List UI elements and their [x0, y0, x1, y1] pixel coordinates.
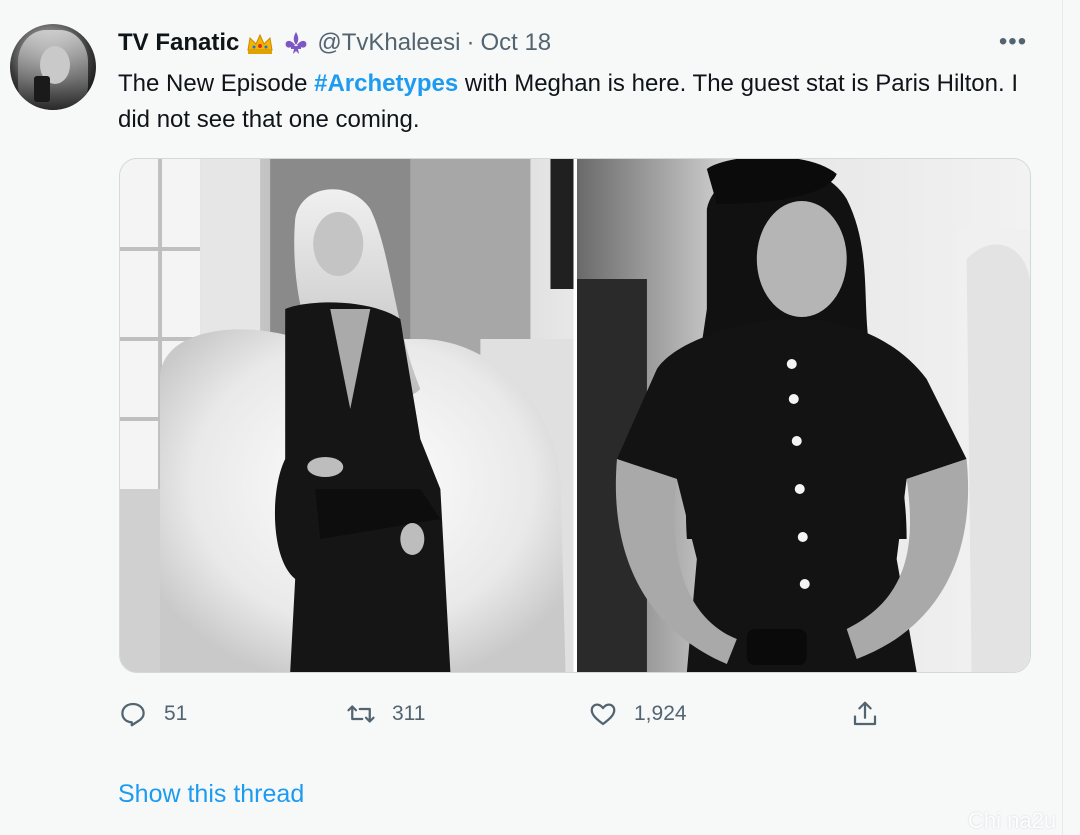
hashtag-link[interactable]: #Archetypes	[314, 70, 458, 97]
photo-meghan[interactable]	[576, 159, 1030, 672]
tweet-card[interactable]: TV Fanatic @TvKhaleesi · Oct 18 ••• The …	[0, 0, 1063, 835]
avatar-cup	[34, 76, 50, 102]
tweet-text: The New Episode #Archetypes with Meghan …	[118, 66, 1048, 138]
action-bar: 51 311 1,924	[118, 694, 898, 734]
heart-icon	[590, 703, 616, 726]
avatar[interactable]	[10, 24, 96, 110]
tweet-timestamp[interactable]: Oct 18	[480, 29, 551, 57]
more-icon: •••	[998, 28, 1028, 55]
photo-paris-hilton[interactable]	[120, 159, 574, 672]
reply-icon	[121, 702, 145, 727]
show-thread-link[interactable]: Show this thread	[118, 780, 304, 809]
like-button[interactable]: 1,924	[588, 694, 687, 734]
tweet-header: TV Fanatic @TvKhaleesi · Oct 18	[118, 26, 551, 60]
separator-dot: ·	[466, 29, 475, 56]
tweet-text-start: The New Episode	[118, 70, 315, 97]
reply-button[interactable]: 51	[118, 694, 187, 734]
fleur-de-lis-icon	[281, 30, 311, 56]
watermark: Chi na2u	[968, 808, 1057, 833]
retweet-count: 311	[392, 702, 426, 725]
share-icon	[853, 701, 877, 726]
reply-count: 51	[164, 702, 188, 725]
crown-icon	[245, 30, 275, 56]
share-button[interactable]	[850, 694, 880, 734]
media-grid	[119, 158, 1031, 673]
like-count: 1,924	[634, 702, 687, 725]
retweet-button[interactable]: 311	[346, 694, 425, 734]
retweet-icon	[347, 705, 375, 723]
more-options-button[interactable]: •••	[996, 28, 1030, 56]
user-handle[interactable]: @TvKhaleesi	[317, 29, 460, 57]
display-name[interactable]: TV Fanatic	[118, 29, 239, 57]
